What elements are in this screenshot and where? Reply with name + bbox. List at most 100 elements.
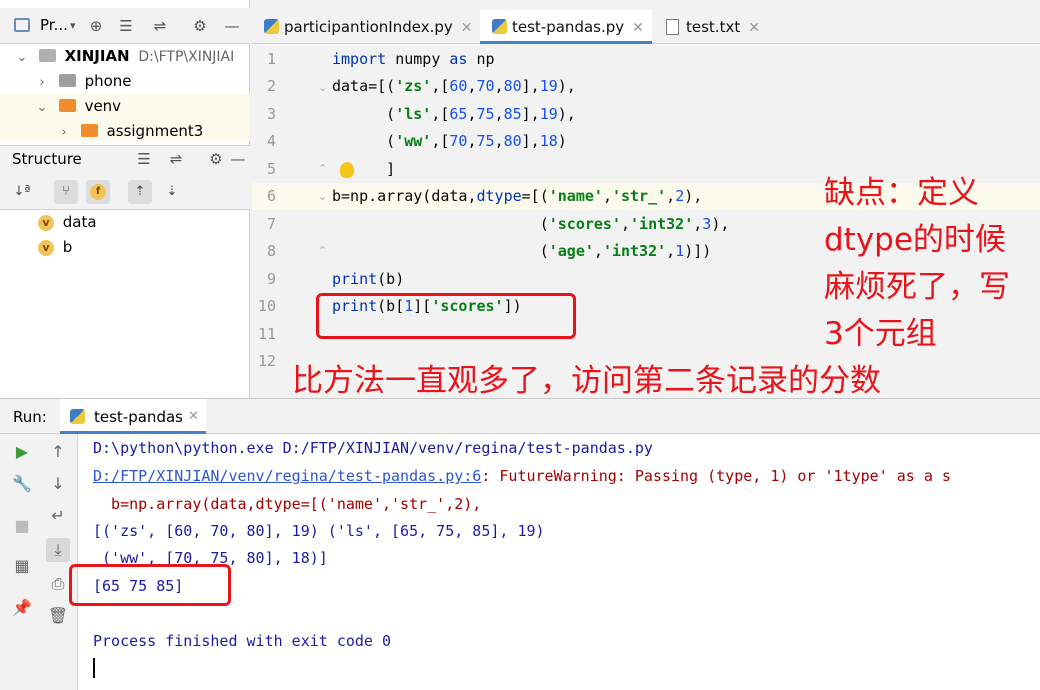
print-icon[interactable]: ⎙	[46, 572, 70, 596]
warning-text: : FutureWarning: Passing (type, 1) or '1…	[481, 467, 951, 485]
close-icon[interactable]: ✕	[632, 20, 644, 36]
code-line-9: print(b)	[332, 270, 405, 288]
structure-item-label: b	[62, 238, 73, 256]
tree-item-xinjian[interactable]: ⌄ XINJIAN D:\FTP\XINJIAI	[0, 44, 250, 69]
python-file-icon	[492, 19, 507, 34]
console-line: D:/FTP/XINJIAN/venv/regina/test-pandas.p…	[93, 467, 951, 485]
project-view-icon[interactable]	[14, 18, 30, 32]
line-gutter: 1 2 3 4 5 6 7 8 9 10 11 12 ⌄ ⌃ ⌄ ⌃	[252, 45, 327, 398]
chevron-right-icon[interactable]: ›	[36, 70, 48, 94]
run-header: Run: test-pandas ✕	[0, 398, 1040, 434]
annotation-line: 3个元组	[824, 316, 937, 352]
locate-icon[interactable]: ⊕	[86, 16, 106, 36]
tab-label: participantionIndex.py	[284, 18, 453, 36]
soft-wrap-icon[interactable]: ↵	[46, 504, 70, 528]
annotation-line: dtype的时候	[824, 222, 1006, 258]
run-label: Run:	[13, 408, 47, 426]
tab-label: test.txt	[686, 18, 741, 36]
gear-icon[interactable]: ⚙	[206, 149, 226, 169]
folder-icon	[58, 74, 76, 87]
structure-header: Structure ☰ ⇌ ⚙ —	[0, 145, 250, 173]
text-file-icon	[666, 19, 679, 35]
run-toolbar: ▶ ↑ 🔧 ↓ ↵ ■ ⤓ ▦ ⎙ 📌 🗑	[0, 434, 78, 690]
gear-icon[interactable]: ⚙	[190, 16, 210, 36]
highlight-box-output	[69, 564, 231, 606]
tree-item-label: assignment3	[106, 122, 204, 140]
chevron-down-icon[interactable]: ⌄	[36, 95, 48, 119]
tree-item-assignment3[interactable]: › assignment3	[0, 119, 250, 141]
tree-item-phone[interactable]: › phone	[0, 69, 250, 94]
project-toolbar: Pr... ▾ ⊕ ☰ ⇌ ⚙ —	[0, 8, 250, 44]
line-number: 8	[266, 242, 276, 260]
close-icon[interactable]: ✕	[748, 20, 760, 36]
chevron-right-icon[interactable]: ›	[58, 120, 70, 141]
warning-link[interactable]: D:/FTP/XINJIAN/venv/regina/test-pandas.p…	[93, 467, 481, 485]
folder-icon	[38, 49, 56, 62]
console-output[interactable]: D:\python\python.exe D:/FTP/XINJIAN/venv…	[78, 434, 1040, 690]
tab-test-txt[interactable]: test.txt ✕	[654, 10, 766, 44]
line-number: 7	[266, 215, 276, 233]
show-fields-icon[interactable]: ⑂	[54, 180, 78, 204]
line-number: 2	[266, 77, 276, 95]
expand-all-icon[interactable]: ☰	[134, 149, 154, 169]
tree-item-label: phone	[84, 72, 132, 90]
project-dropdown-icon[interactable]: ▾	[70, 19, 76, 32]
trash-icon[interactable]: 🗑	[46, 604, 70, 628]
rerun-icon[interactable]: ▶	[10, 440, 34, 464]
wrench-icon[interactable]: 🔧	[10, 472, 34, 496]
annotation-right-note: 缺点：定义 dtype的时候 麻烦死了，写 3个元组	[824, 170, 1036, 358]
code-line-8: ('age','int32',1)])	[332, 242, 712, 260]
line-number: 5	[266, 160, 276, 178]
tree-item-label: XINJIAN	[64, 47, 130, 65]
line-number: 3	[266, 105, 276, 123]
folder-icon	[80, 124, 98, 137]
collapse-all-icon[interactable]: ⇌	[150, 16, 170, 36]
tab-participantionindex[interactable]: participantionIndex.py ✕	[252, 10, 478, 44]
scroll-to-end-icon[interactable]: ⤓	[46, 538, 70, 562]
project-panel-title[interactable]: Pr...	[40, 16, 68, 34]
console-line: D:\python\python.exe D:/FTP/XINJIAN/venv…	[93, 439, 653, 457]
close-icon[interactable]: ✕	[461, 20, 473, 36]
editor-tabs: participantionIndex.py ✕ test-pandas.py ✕ …	[252, 10, 1040, 44]
tree-item-venv[interactable]: ⌄ venv	[0, 94, 250, 119]
line-number: 9	[266, 270, 276, 288]
line-number: 6	[266, 187, 276, 205]
chevron-down-icon[interactable]: ⌄	[16, 45, 28, 69]
run-tab-test-pandas[interactable]: test-pandas ✕	[60, 399, 206, 434]
line-number: 1	[266, 50, 276, 68]
sort-alpha-icon[interactable]: ↓ª	[10, 180, 34, 204]
stop-icon[interactable]: ■	[10, 514, 34, 538]
code-line-1: import numpy as np	[332, 50, 495, 68]
expand-all-icon[interactable]: ☰	[116, 16, 136, 36]
project-panel: Pr... ▾ ⊕ ☰ ⇌ ⚙ — ⌄ XINJIAN D:\FTP\XINJI…	[0, 0, 250, 398]
annotation-line: 麻烦死了，写	[824, 269, 1010, 305]
structure-item-data[interactable]: v data	[0, 210, 250, 235]
lightbulb-icon[interactable]	[340, 162, 354, 178]
down-icon[interactable]: ↓	[46, 472, 70, 496]
code-line-3: ('ls',[65,75,85],19),	[332, 105, 576, 123]
collapse-all-icon[interactable]: ⇌	[166, 149, 186, 169]
console-line: [('zs', [60, 70, 80], 19) ('ls', [65, 75…	[93, 522, 545, 540]
console-line: b=np.array(data,dtype=[('name','str_',2)…	[93, 495, 482, 513]
minimize-icon[interactable]: —	[222, 16, 242, 36]
console-line: Process finished with exit code 0	[93, 632, 392, 650]
autoscroll-to-source-icon[interactable]: ⇡	[128, 180, 152, 204]
code-line-4: ('ww',[70,75,80],18)	[332, 132, 567, 150]
folder-icon	[58, 99, 76, 112]
line-number: 10	[257, 297, 276, 315]
run-tab-label: test-pandas	[94, 408, 183, 426]
line-number: 4	[266, 132, 276, 150]
python-file-icon	[264, 19, 279, 34]
structure-item-label: data	[62, 213, 97, 231]
code-line-7: ('scores','int32',3),	[332, 215, 730, 233]
tab-test-pandas[interactable]: test-pandas.py ✕	[480, 10, 652, 44]
close-icon[interactable]: ✕	[188, 409, 199, 424]
up-icon[interactable]: ↑	[46, 440, 70, 464]
highlight-box-code	[316, 293, 576, 339]
structure-item-b[interactable]: v b	[0, 235, 250, 260]
show-functions-icon[interactable]: f	[86, 180, 110, 204]
autoscroll-from-source-icon[interactable]: ⇣	[160, 180, 184, 204]
minimize-icon[interactable]: —	[228, 149, 248, 169]
layout-icon[interactable]: ▦	[10, 554, 34, 578]
pin-icon[interactable]: 📌	[10, 596, 34, 620]
